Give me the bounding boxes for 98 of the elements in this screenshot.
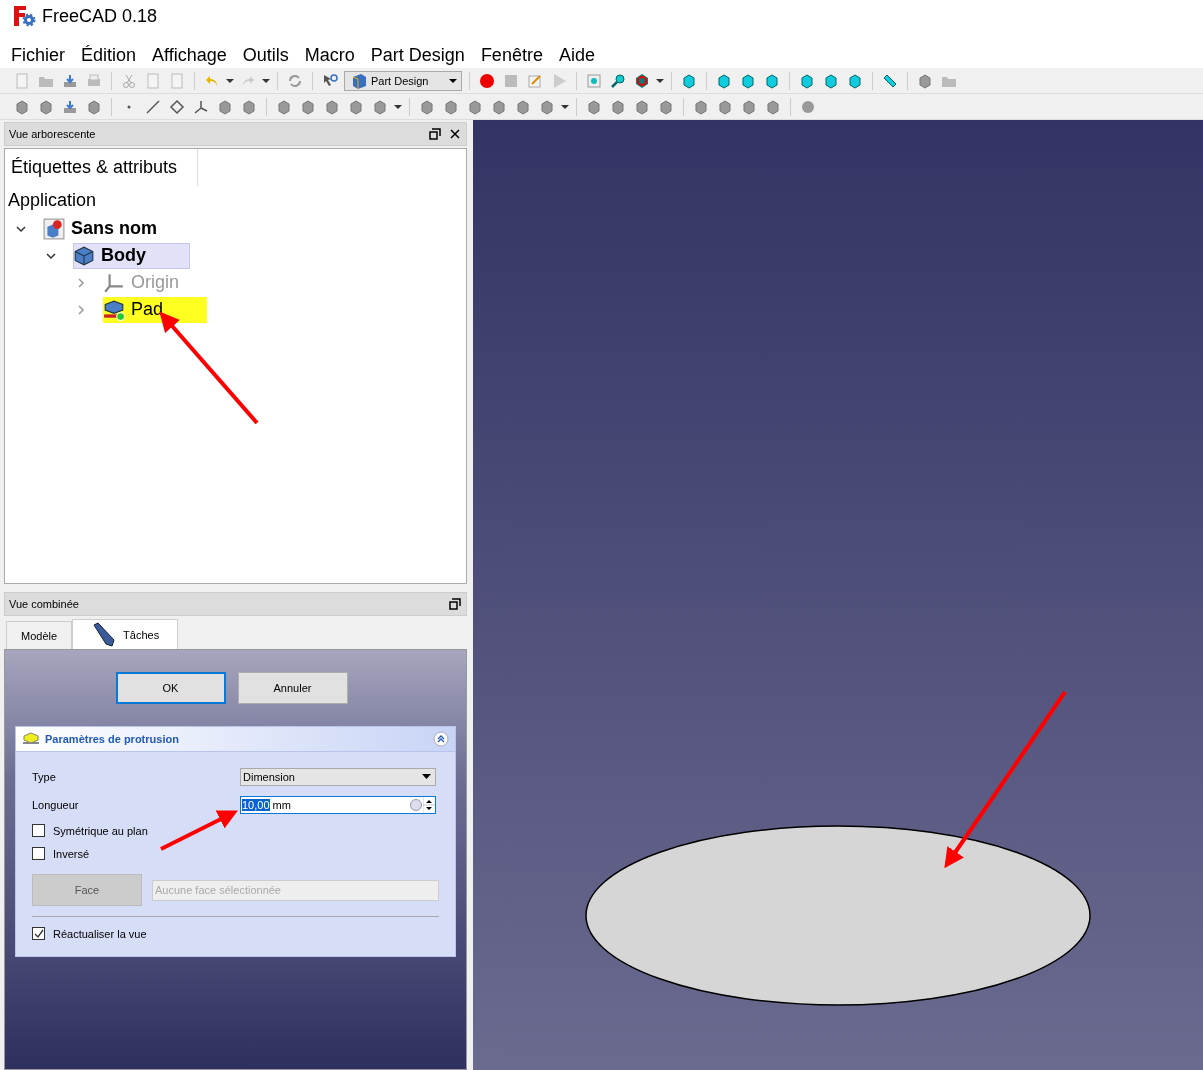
cube-icon[interactable] bbox=[539, 98, 555, 115]
cube-icon[interactable] bbox=[610, 98, 626, 115]
cube-icon[interactable] bbox=[765, 98, 781, 115]
view-cube-icon[interactable] bbox=[740, 72, 756, 89]
line-icon[interactable] bbox=[145, 98, 161, 115]
spin-arrows-icon[interactable] bbox=[423, 797, 435, 813]
checkbox[interactable] bbox=[32, 824, 45, 837]
cube-icon[interactable] bbox=[634, 98, 650, 115]
tray-icon[interactable] bbox=[62, 98, 78, 115]
cube-icon[interactable] bbox=[324, 98, 340, 115]
cube-icon[interactable] bbox=[515, 98, 531, 115]
fit-view-icon[interactable] bbox=[586, 72, 602, 89]
menu-item[interactable]: Fenêtre bbox=[480, 45, 551, 66]
type-dropdown[interactable]: Dimension bbox=[240, 768, 436, 786]
tree-item[interactable]: Sans nom bbox=[43, 215, 202, 242]
length-field[interactable]: 10,00 mm bbox=[240, 796, 436, 814]
cube-icon[interactable] bbox=[717, 98, 733, 115]
cube-icon[interactable] bbox=[491, 98, 507, 115]
cube-icon[interactable] bbox=[217, 98, 233, 115]
axes-icon[interactable] bbox=[193, 98, 209, 115]
checkbox-label: Inversé bbox=[53, 847, 90, 860]
scissors-icon[interactable] bbox=[121, 72, 137, 89]
cube-icon bbox=[351, 72, 367, 89]
menu-item[interactable]: Part Design bbox=[370, 45, 473, 66]
checkbox-label: Réactualiser la vue bbox=[53, 927, 147, 940]
checkbox-label: Symétrique au plan bbox=[53, 824, 148, 837]
tab[interactable]: Modèle bbox=[6, 621, 73, 649]
cube-icon[interactable] bbox=[419, 98, 435, 115]
cube-icon[interactable] bbox=[241, 98, 257, 115]
cube-icon[interactable] bbox=[586, 98, 602, 115]
document-icon bbox=[43, 217, 65, 240]
menu-item[interactable]: Outils bbox=[242, 45, 297, 66]
view-cube-icon[interactable] bbox=[764, 72, 780, 89]
caret-icon[interactable] bbox=[394, 104, 402, 109]
column-header[interactable]: Étiquettes & attributs bbox=[5, 149, 199, 186]
cube-icon[interactable] bbox=[467, 98, 483, 115]
pad-icon bbox=[22, 731, 40, 747]
cube-icon[interactable] bbox=[693, 98, 709, 115]
view-cube-icon[interactable] bbox=[847, 72, 863, 89]
menu-item[interactable]: Affichage bbox=[152, 45, 235, 66]
cube-icon[interactable] bbox=[348, 98, 364, 115]
tree-item[interactable]: Pad bbox=[103, 296, 208, 323]
cube-icon[interactable] bbox=[276, 98, 292, 115]
workbench-dropdown[interactable]: Part Design bbox=[344, 70, 462, 91]
float-icon[interactable] bbox=[448, 597, 462, 611]
sphere-icon[interactable] bbox=[800, 98, 816, 115]
cube-icon[interactable] bbox=[86, 98, 102, 115]
zoom-icon[interactable] bbox=[610, 72, 626, 89]
cube-icon[interactable] bbox=[741, 98, 757, 115]
cancel-button[interactable]: Annuler bbox=[237, 672, 348, 704]
body-icon bbox=[73, 244, 95, 267]
help-pointer-icon[interactable] bbox=[322, 72, 338, 89]
cube-icon[interactable] bbox=[443, 98, 459, 115]
refresh-icon[interactable] bbox=[287, 72, 303, 89]
view-cube-icon[interactable] bbox=[823, 72, 839, 89]
draw-style-icon[interactable] bbox=[634, 72, 650, 89]
panel-title: Vue combinée bbox=[9, 598, 79, 610]
view-cube-icon[interactable] bbox=[681, 72, 697, 89]
checkbox[interactable] bbox=[32, 847, 45, 860]
caret-icon[interactable] bbox=[561, 104, 569, 109]
caret-icon[interactable] bbox=[656, 78, 664, 83]
close-icon[interactable] bbox=[448, 127, 462, 141]
field-label: Longueur bbox=[32, 799, 80, 811]
view-cube-icon[interactable] bbox=[716, 72, 732, 89]
app-logo-icon bbox=[12, 4, 36, 28]
window-title: FreeCAD 0.18 bbox=[42, 5, 158, 27]
cube-icon[interactable] bbox=[300, 98, 316, 115]
tree-item[interactable]: Body bbox=[73, 242, 190, 269]
caret-icon bbox=[422, 774, 431, 780]
cube-icon[interactable] bbox=[38, 98, 54, 115]
notepad-icon[interactable] bbox=[527, 72, 543, 89]
panel-title: Vue arborescente bbox=[9, 128, 96, 140]
menu-item[interactable]: Fichier bbox=[11, 45, 73, 66]
caret-icon[interactable] bbox=[262, 78, 270, 83]
tray-icon[interactable] bbox=[62, 72, 78, 89]
caret-icon[interactable] bbox=[226, 78, 234, 83]
pad-icon bbox=[103, 298, 125, 321]
view-cube-icon[interactable] bbox=[799, 72, 815, 89]
menu-item[interactable]: Édition bbox=[81, 45, 145, 66]
diamond-icon[interactable] bbox=[169, 98, 185, 115]
ok-button[interactable]: OK bbox=[115, 672, 226, 704]
tree-root: Application bbox=[7, 189, 98, 212]
record-icon[interactable] bbox=[479, 72, 495, 89]
checkbox[interactable] bbox=[32, 927, 45, 940]
cube-icon[interactable] bbox=[14, 98, 30, 115]
cube-icon[interactable] bbox=[658, 98, 674, 115]
collapse-icon[interactable] bbox=[433, 731, 449, 747]
cube-icon[interactable] bbox=[917, 72, 933, 89]
float-icon[interactable] bbox=[428, 127, 442, 141]
axes-icon bbox=[103, 271, 125, 294]
tab[interactable]: Tâches bbox=[72, 619, 179, 649]
ruler-icon[interactable] bbox=[882, 72, 898, 89]
cube-icon[interactable] bbox=[372, 98, 388, 115]
menu-item[interactable]: Aide bbox=[558, 45, 603, 66]
menu-item[interactable]: Macro bbox=[304, 45, 363, 66]
field-label: Type bbox=[32, 771, 57, 783]
caret-icon bbox=[449, 78, 457, 83]
section-title: Paramètres de protrusion bbox=[45, 733, 180, 745]
